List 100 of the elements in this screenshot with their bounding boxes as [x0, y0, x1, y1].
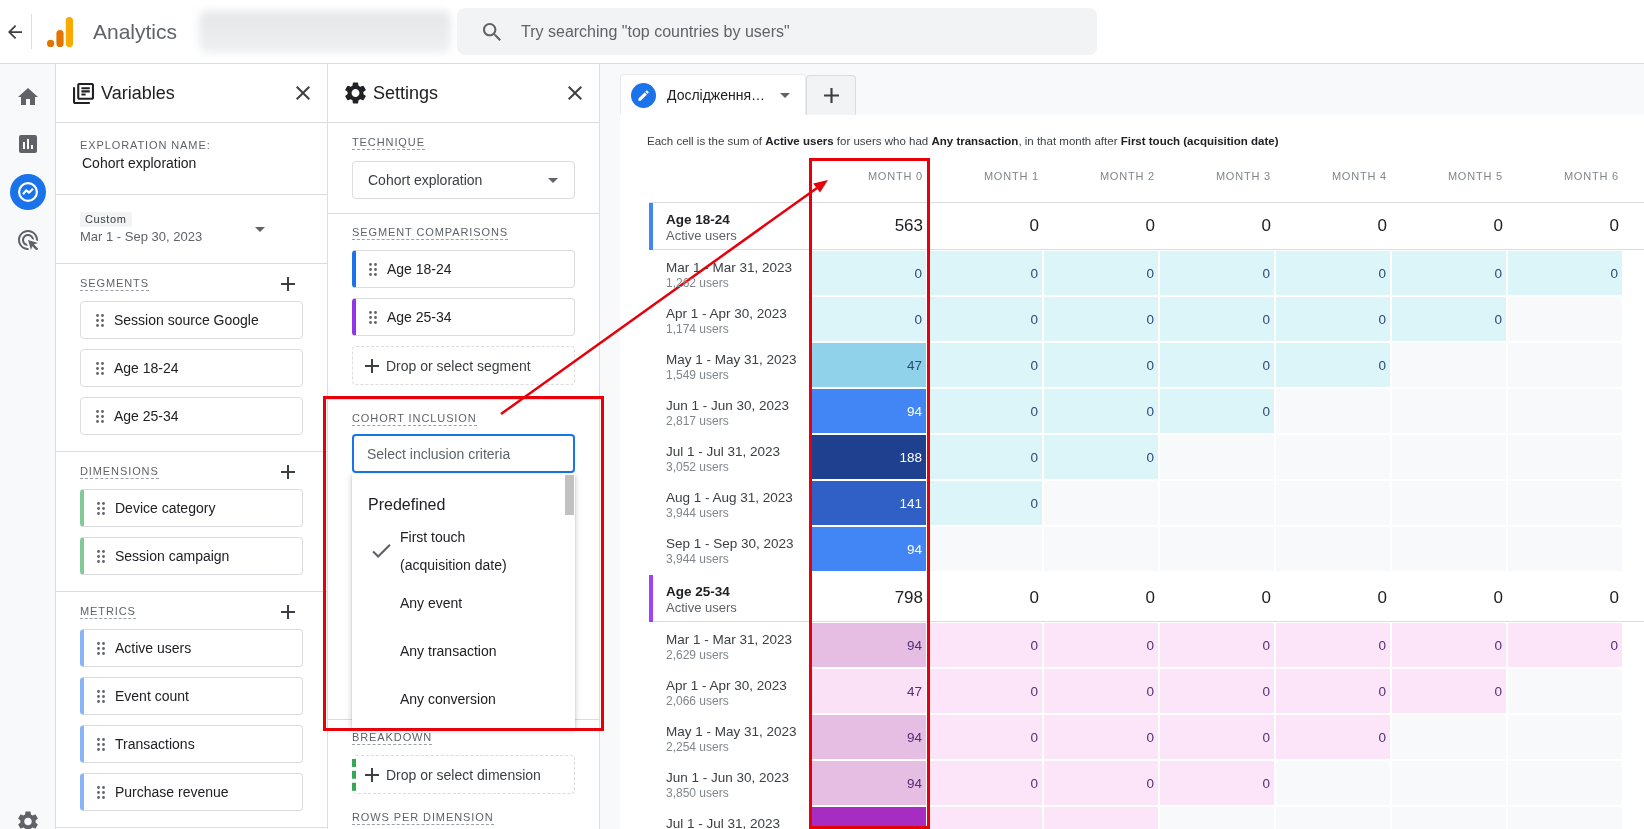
- inclusion-criteria-field[interactable]: Select inclusion criteria: [352, 434, 575, 473]
- heatmap-cell: 0: [928, 481, 1042, 525]
- heatmap-cell: 0: [1276, 623, 1390, 667]
- close-icon: [296, 86, 310, 100]
- menu-option[interactable]: First touch (acquisition date): [352, 523, 575, 579]
- cohort-date-range: Mar 1 - Mar 31, 2023: [666, 631, 793, 648]
- segment-chip[interactable]: Age 18-24: [80, 349, 303, 387]
- drag-handle-icon: [96, 361, 104, 375]
- heatmap-cell: 0: [1508, 251, 1622, 295]
- metric-chip[interactable]: Purchase revenue: [80, 773, 303, 811]
- date-range-text[interactable]: Mar 1 - Sep 30, 2023: [80, 228, 203, 246]
- column-header: MONTH 3: [1215, 170, 1271, 182]
- add-button[interactable]: [281, 465, 295, 479]
- panel-title: Variables: [101, 82, 175, 104]
- cohort-size: 1,174 users: [666, 322, 729, 337]
- total-value: 0: [1609, 588, 1619, 608]
- add-tab-button[interactable]: [806, 75, 856, 115]
- heatmap-cell: 0: [1044, 623, 1158, 667]
- cursor-target-icon: [17, 230, 38, 250]
- scrollbar-thumb[interactable]: [565, 475, 574, 515]
- plus-icon: [281, 605, 295, 619]
- column-header: MONTH 4: [1331, 170, 1387, 182]
- heatmap-cell: 0: [928, 761, 1042, 805]
- cohort-size: 2,629 users: [666, 648, 729, 663]
- total-value: 0: [1377, 216, 1387, 236]
- menu-option[interactable]: Any conversion: [352, 675, 575, 723]
- heatmap-cell: 0: [928, 251, 1042, 295]
- menu-group-label: Predefined: [367, 497, 446, 513]
- caret-icon: [780, 92, 790, 98]
- column-header: MONTH 6: [1563, 170, 1619, 182]
- dimension-drop-zone[interactable]: Drop or select dimension: [352, 755, 575, 794]
- app-title: Analytics: [93, 19, 178, 44]
- exploration-name[interactable]: Cohort exploration: [80, 154, 197, 172]
- drag-handle-icon: [96, 313, 104, 327]
- cohort-date-range: Apr 1 - Apr 30, 2023: [666, 677, 787, 694]
- search-field[interactable]: Try searching "top countries by users": [457, 8, 1098, 55]
- drag-handle-icon: [97, 737, 105, 751]
- exploration-tab[interactable]: Дослідження…: [620, 74, 806, 115]
- heatmap-cell: 0: [812, 297, 926, 341]
- caret-icon: [255, 226, 265, 232]
- section-label: DIMENSIONS: [80, 465, 159, 479]
- heatmap-cell: 0: [1160, 669, 1274, 713]
- check-icon: [371, 544, 391, 558]
- technique-dropdown[interactable]: Cohort exploration: [352, 161, 575, 199]
- heatmap-cell: 0: [1392, 669, 1506, 713]
- metric-chip[interactable]: Transactions: [80, 725, 303, 763]
- total-value: 0: [1145, 216, 1155, 236]
- menu-option[interactable]: Any transaction: [352, 627, 575, 675]
- segment-chip[interactable]: Age 25-34: [352, 298, 575, 336]
- section-label: SEGMENTS: [80, 277, 149, 291]
- segment-name: Age 18-24: [666, 212, 730, 228]
- heatmap-cell: 0: [1392, 297, 1506, 341]
- heatmap-cell: 94: [812, 761, 926, 805]
- heatmap-cell: 188: [812, 435, 926, 479]
- cohort-size: 2,817 users: [666, 414, 729, 429]
- bars-logo-icon: [47, 16, 73, 47]
- total-value: 798: [894, 588, 923, 608]
- plus-icon: [365, 767, 379, 782]
- heatmap-cell: 0: [1160, 343, 1274, 387]
- dimension-chip[interactable]: Session campaign: [80, 537, 303, 575]
- section-label: TECHNIQUE: [352, 136, 425, 150]
- metric-chip[interactable]: Active users: [80, 629, 303, 667]
- total-value: 0: [1261, 216, 1271, 236]
- segment-name: Age 25-34: [666, 584, 730, 600]
- total-value: 0: [1377, 588, 1387, 608]
- heatmap-cell: 0: [1044, 715, 1158, 759]
- metric-chip[interactable]: Event count: [80, 677, 303, 715]
- column-header: MONTH 0: [867, 170, 923, 182]
- plus-icon: [281, 465, 295, 479]
- nav-button[interactable]: [9, 174, 46, 210]
- segment-chip[interactable]: Age 25-34: [80, 397, 303, 435]
- cohort-date-range: May 1 - May 31, 2023: [666, 723, 797, 740]
- menu-option[interactable]: Any event: [352, 579, 575, 627]
- segment-chip[interactable]: Age 18-24: [352, 250, 575, 288]
- add-button[interactable]: [281, 277, 295, 291]
- heatmap-cell: 94: [812, 715, 926, 759]
- trend-chart-icon: [17, 182, 38, 202]
- drag-handle-icon: [97, 501, 105, 515]
- column-header: MONTH 5: [1447, 170, 1503, 182]
- segment-chip[interactable]: Session source Google: [80, 301, 303, 339]
- heatmap-cell: 47: [812, 669, 926, 713]
- add-button[interactable]: [281, 605, 295, 619]
- table-description: Each cell is the sum of Active users for users who had Any transaction, in that month after First touch (acquisition date): [647, 134, 1279, 148]
- heatmap-cell: 47: [812, 343, 926, 387]
- heatmap-cell: 0: [1508, 623, 1622, 667]
- metric-name: Active users: [666, 228, 737, 244]
- heatmap-cell: 141: [812, 481, 926, 525]
- dimension-chip[interactable]: Device category: [80, 489, 303, 527]
- heatmap-cell: 0: [1044, 761, 1158, 805]
- drag-handle-icon: [97, 549, 105, 563]
- drag-handle-icon: [97, 641, 105, 655]
- plus-icon: [823, 88, 839, 103]
- settings-icon: [345, 82, 366, 104]
- pencil-icon: [631, 82, 656, 108]
- caret-icon: [548, 177, 558, 183]
- segment-drop-zone[interactable]: Drop or select segment: [352, 346, 575, 385]
- heatmap-cell: 0: [1276, 715, 1390, 759]
- cohort-date-range: Jul 1 - Jul 31, 2023: [666, 815, 781, 829]
- heatmap-cell: 0: [1392, 623, 1506, 667]
- heatmap-cell: 0: [1044, 389, 1158, 433]
